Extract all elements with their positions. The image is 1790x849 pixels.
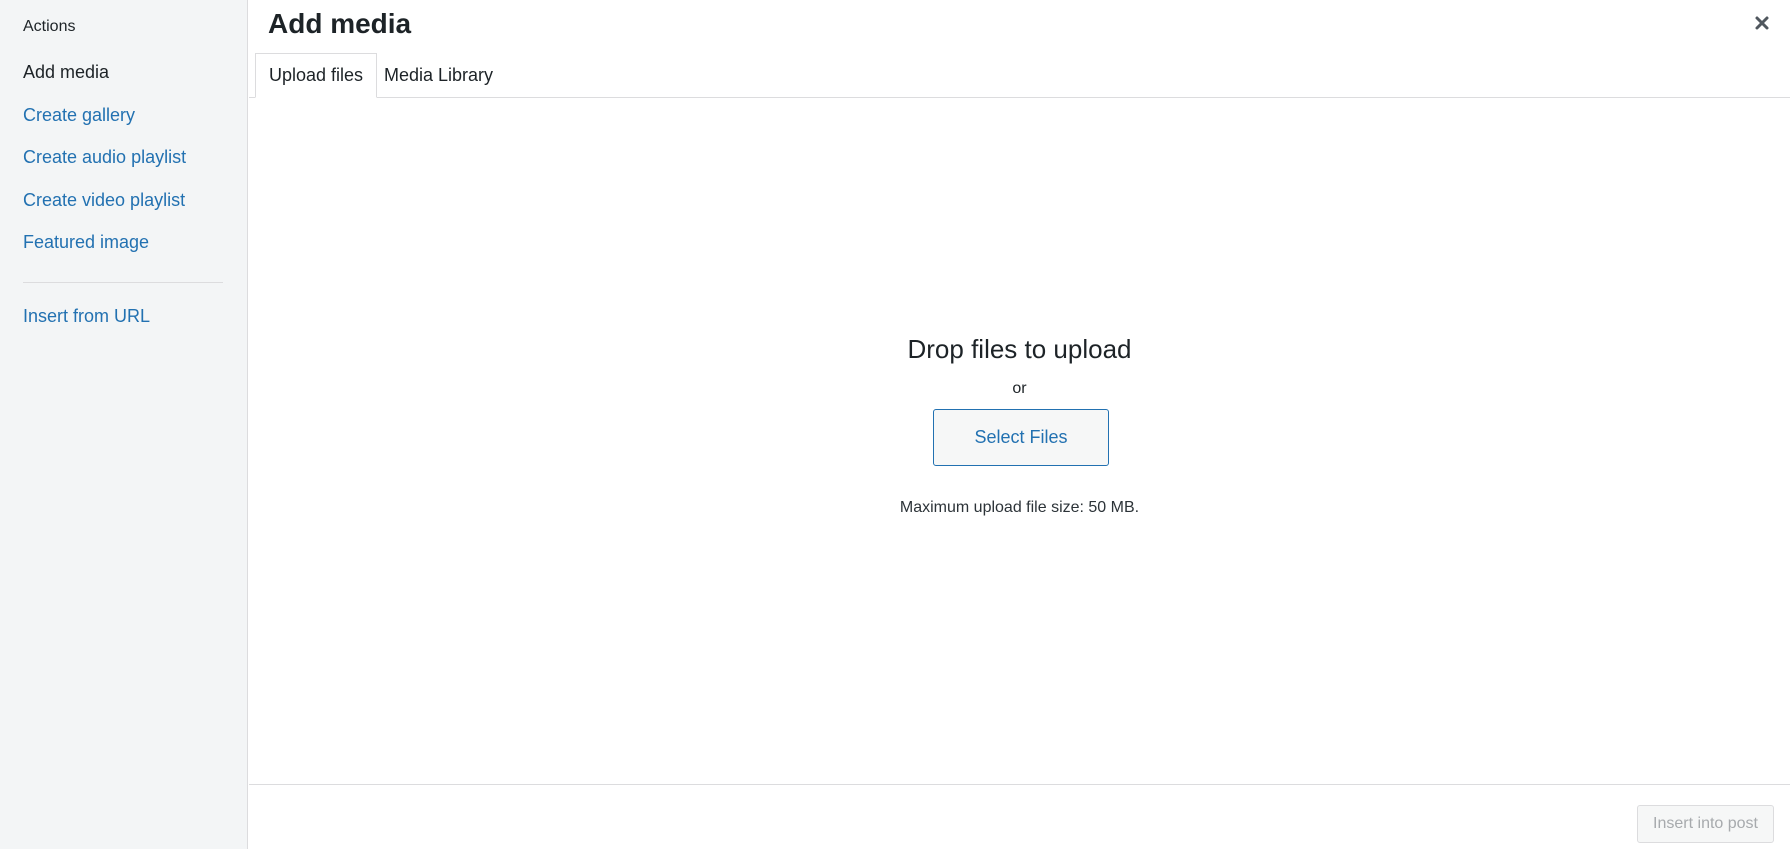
media-modal: Actions Add media Create gallery Create …: [0, 0, 1790, 849]
insert-into-post-button[interactable]: Insert into post: [1637, 805, 1774, 843]
media-sidebar: Actions Add media Create gallery Create …: [0, 0, 248, 849]
sidebar-item-add-media[interactable]: Add media: [23, 62, 109, 83]
close-icon: [1755, 16, 1769, 30]
sidebar-item-create-audio-playlist[interactable]: Create audio playlist: [23, 147, 186, 168]
or-text: or: [1012, 380, 1027, 397]
upload-drop-zone[interactable]: Drop files to upload or Select Files Max…: [249, 98, 1790, 784]
sidebar-item-featured-image[interactable]: Featured image: [23, 232, 149, 253]
select-files-button[interactable]: Select Files: [933, 409, 1109, 466]
tab-upload-files[interactable]: Upload files: [255, 53, 378, 98]
sidebar-separator: [23, 282, 223, 283]
tab-media-library[interactable]: Media Library: [371, 53, 506, 98]
drop-files-heading: Drop files to upload: [907, 334, 1132, 364]
sidebar-item-create-gallery[interactable]: Create gallery: [23, 105, 135, 126]
tab-label: Media Library: [384, 65, 494, 85]
sidebar-item-create-video-playlist[interactable]: Create video playlist: [23, 190, 185, 211]
sidebar-heading: Actions: [23, 18, 76, 35]
sidebar-item-insert-from-url[interactable]: Insert from URL: [23, 306, 150, 327]
media-toolbar: Insert into post: [249, 784, 1790, 849]
max-upload-size-text: Maximum upload file size: 50 MB.: [899, 499, 1140, 516]
page-title: Add media: [268, 8, 412, 39]
close-button[interactable]: [1744, 8, 1780, 38]
tab-label: Upload files: [269, 65, 364, 85]
